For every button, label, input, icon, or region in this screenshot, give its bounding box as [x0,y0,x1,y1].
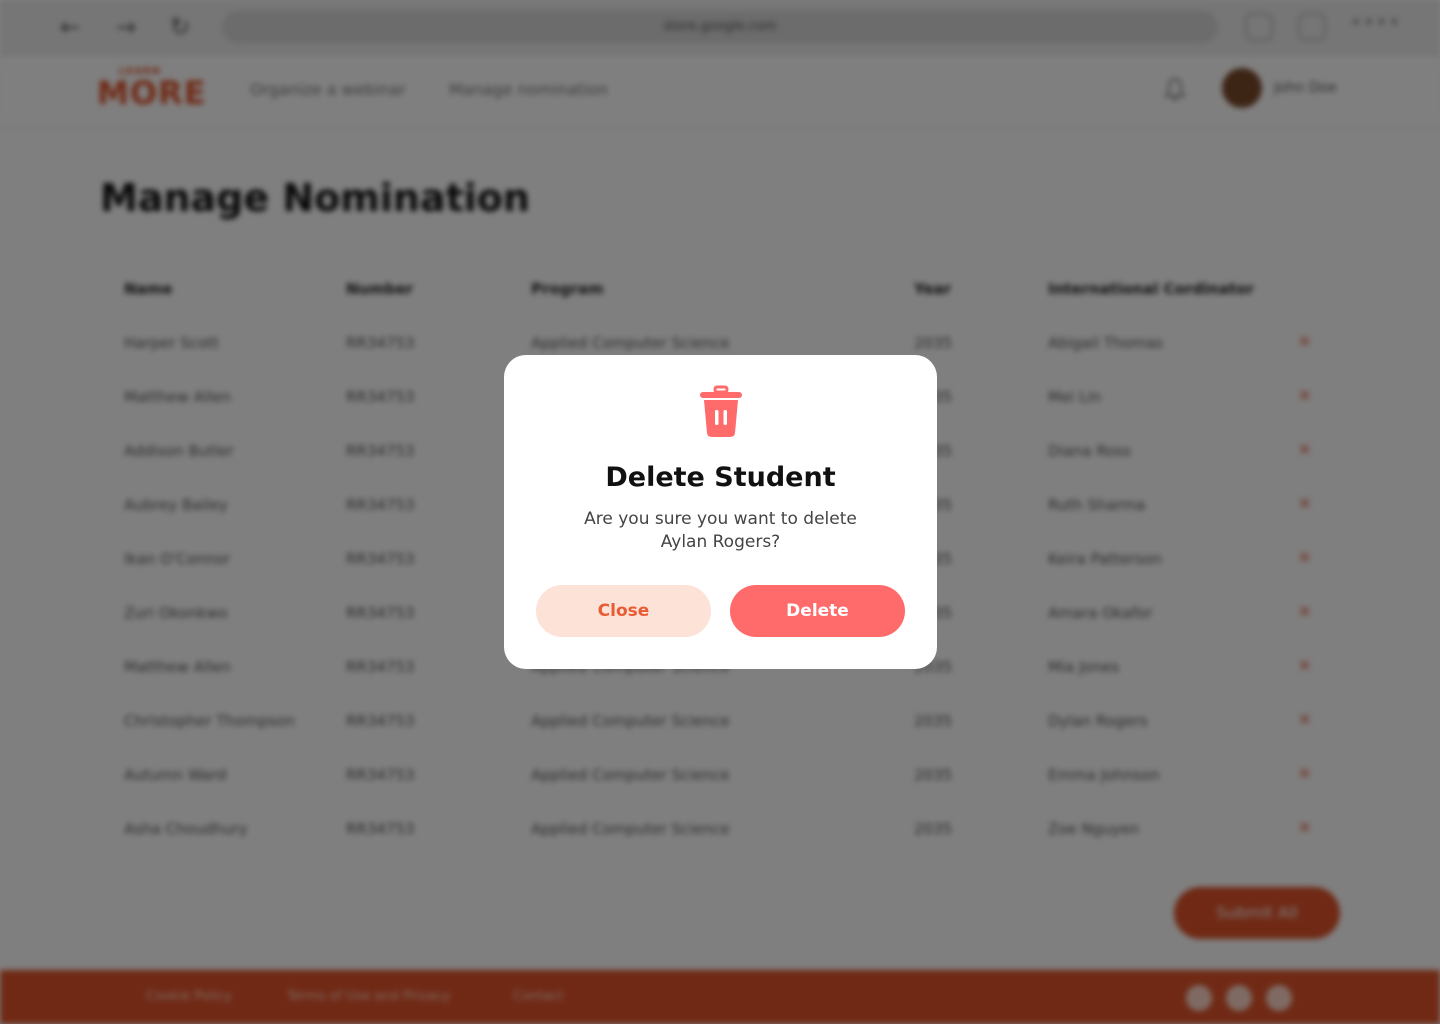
trash-icon [700,385,742,437]
delete-student-dialog: Delete Student Are you sure you want to … [504,355,937,669]
delete-button[interactable]: Delete [730,585,905,637]
dialog-message: Are you sure you want to delete Aylan Ro… [584,509,857,552]
dialog-title: Delete Student [605,462,836,493]
close-button[interactable]: Close [536,585,711,637]
